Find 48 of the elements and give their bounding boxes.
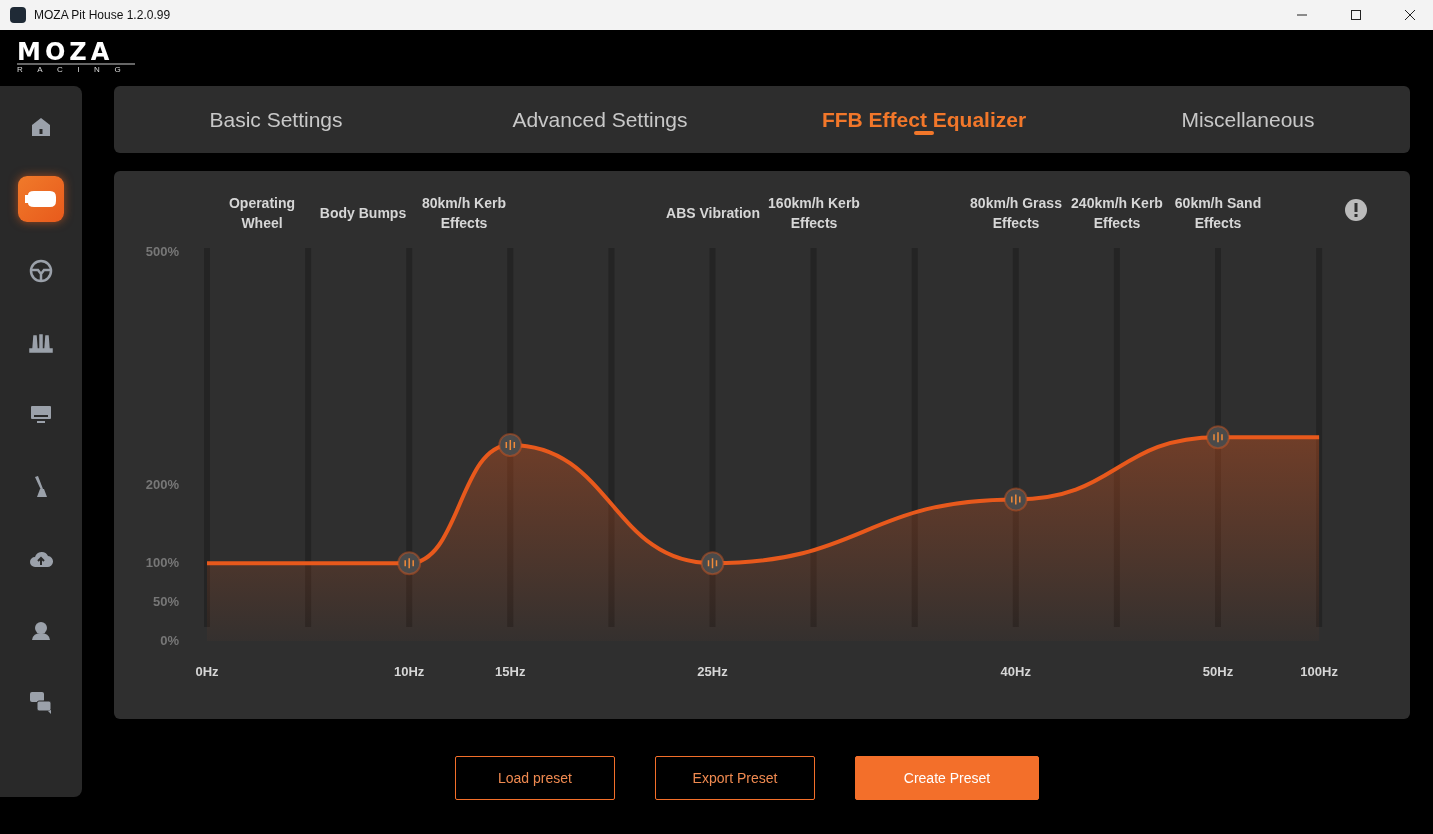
- y-axis-label: 500%: [145, 244, 179, 259]
- app-icon: [10, 7, 26, 23]
- steering-wheel-icon: [29, 259, 53, 283]
- effect-label: ABS Vibration: [666, 205, 760, 221]
- pedals-icon: [28, 332, 54, 354]
- tab[interactable]: Basic Settings: [114, 86, 438, 153]
- effect-label: Operating Wheel: [228, 195, 296, 231]
- effect-label: 160km/h Kerb Effects: [768, 195, 860, 231]
- y-axis-label: 100%: [145, 555, 179, 571]
- effect-label: 80km/h Kerb Effects: [422, 195, 506, 231]
- x-axis-label: 50Hz: [1202, 664, 1234, 679]
- curve-handle[interactable]: [1003, 487, 1028, 512]
- tab[interactable]: FFB Effect Equalizer: [762, 86, 1086, 153]
- qa-chat-icon: [29, 691, 53, 715]
- y-axis-label: 200%: [145, 477, 179, 493]
- x-axis-label: 25Hz: [697, 664, 728, 679]
- monitor-icon: [30, 405, 52, 425]
- logo-text: MOZA: [17, 41, 135, 65]
- curve-handle[interactable]: [397, 551, 422, 576]
- curve-handle[interactable]: [700, 551, 725, 576]
- handbrake-icon: [32, 475, 50, 499]
- effect-label: 80km/h Grass Effects: [970, 195, 1062, 231]
- x-axis-label: 40Hz: [1000, 664, 1031, 679]
- effect-label: 60km/h Sand Effects: [1174, 195, 1262, 231]
- maximize-icon[interactable]: [1351, 10, 1361, 20]
- cloud-upload-icon: [29, 550, 53, 568]
- user-icon: [30, 621, 52, 641]
- x-axis-label: 100Hz: [1300, 664, 1338, 679]
- close-icon[interactable]: [1405, 10, 1415, 20]
- y-axis-label: 50%: [152, 594, 179, 610]
- y-axis-label: 0%: [160, 633, 179, 648]
- effect-label: 240km/h Kerb Effects: [1071, 195, 1163, 231]
- preset-button[interactable]: Load preset: [455, 756, 615, 800]
- home-icon: [30, 116, 52, 138]
- window-title: MOZA Pit House 1.2.0.99: [34, 8, 172, 22]
- logo-tagline: RACING: [17, 65, 137, 75]
- tab[interactable]: Advanced Settings: [438, 86, 762, 153]
- tab-indicator: [914, 131, 934, 135]
- tab[interactable]: Miscellaneous: [1086, 86, 1410, 153]
- curve-handle[interactable]: [1206, 425, 1230, 450]
- curve-handle[interactable]: [498, 432, 523, 457]
- sidebar-item[interactable]: [18, 176, 64, 222]
- preset-button[interactable]: Export Preset: [655, 756, 815, 800]
- effect-label: Body Bumps: [319, 205, 407, 221]
- info-icon[interactable]: [1345, 199, 1367, 221]
- x-axis-label: 10Hz: [394, 664, 425, 679]
- x-axis-label: 15Hz: [495, 664, 526, 679]
- x-axis-label: 0Hz: [195, 664, 219, 679]
